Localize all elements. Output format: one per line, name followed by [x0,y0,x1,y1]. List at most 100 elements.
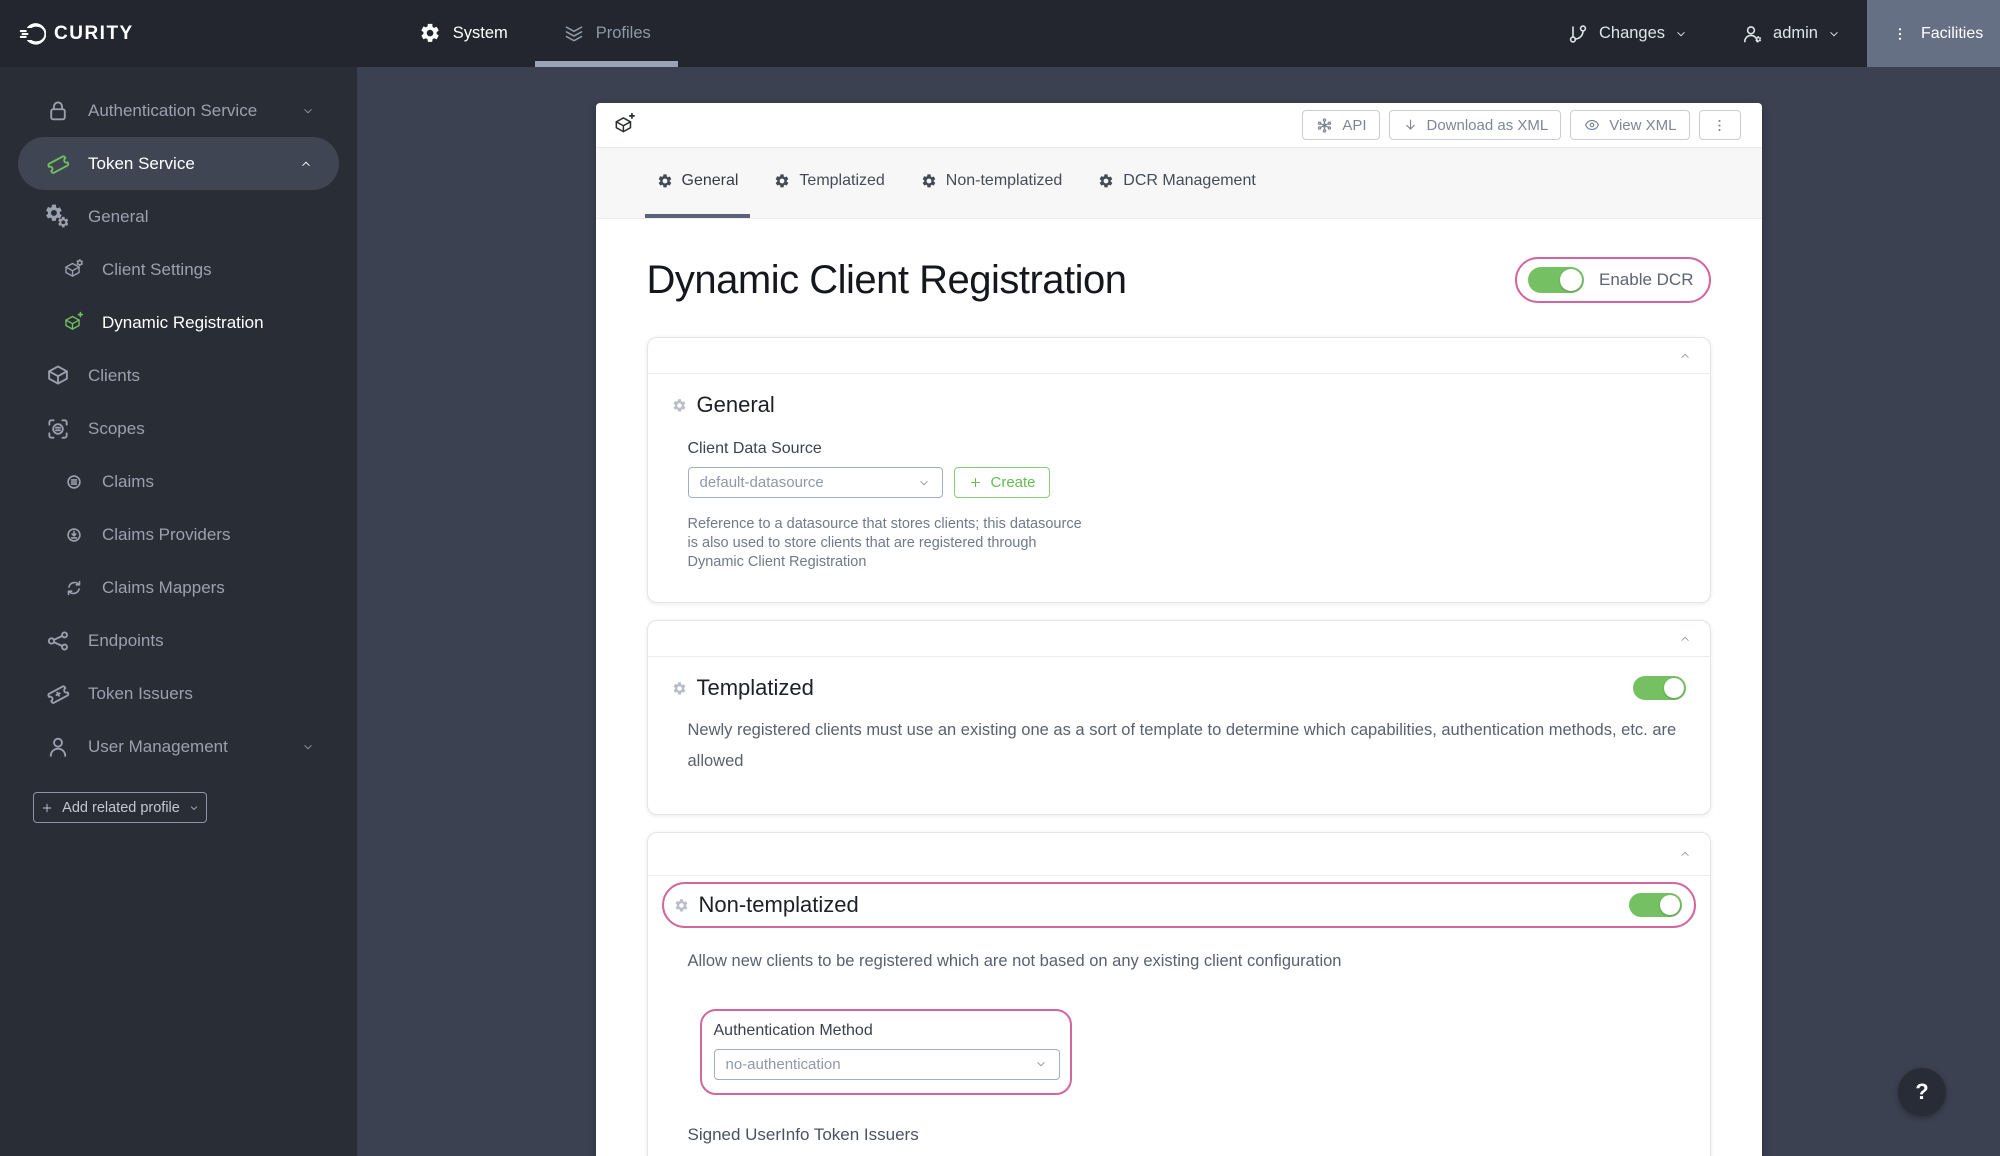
client-data-source-value: default-datasource [699,474,824,491]
download-xml-label: Download as XML [1426,116,1549,134]
collapse-chevron-icon[interactable] [1678,349,1692,363]
sidebar-item-label: Authentication Service [88,100,258,120]
help-button[interactable]: ? [1898,1068,1946,1116]
ticket-icon [44,150,72,178]
sidebar-item-token-service[interactable]: Token Service [18,137,339,190]
client-data-source-field: Client Data Source default-datasource Cr… [687,440,1686,498]
sidebar-item-label: Client Settings [102,259,212,279]
view-xml-label: View XML [1609,116,1677,134]
api-hub-icon [1315,116,1334,135]
claims-icon [62,470,86,494]
curity-logo[interactable]: CURITY [0,0,134,67]
sidebar-item-dynamic-registration[interactable]: Dynamic Registration [0,296,357,349]
sidebar-item-label: Claims Providers [102,524,231,544]
client-data-source-select[interactable]: default-datasource [687,467,943,498]
templatized-description: Newly registered clients must use an exi… [687,721,1677,770]
authentication-method-select[interactable]: no-authentication [713,1048,1060,1080]
chevron-down-icon [301,740,315,754]
topbar-right: Changes admin Facilities [1540,0,2000,67]
tab-non-templatized[interactable]: Non-templatized [909,148,1075,218]
kebab-icon [1711,117,1728,134]
tab-bar: General Templatized Non-templatized DCR … [595,148,1762,219]
gears-icon [44,203,72,231]
non-templatized-header-highlight: Non-templatized [661,882,1696,929]
title-row: Dynamic Client Registration Enable DCR [647,219,1711,337]
chevron-down-icon [1674,27,1688,41]
tab-templatized[interactable]: Templatized [762,148,896,218]
tab-label: General [681,172,739,189]
facilities-button[interactable]: Facilities [1867,0,2000,67]
sidebar-item-claims-mappers[interactable]: Claims Mappers [0,561,357,614]
enable-dcr-label: Enable DCR [1599,270,1694,289]
ticket-plus-icon [44,680,72,708]
section-collapse-strip [647,833,1710,877]
top-nav: System Profiles [392,0,678,67]
user-gear-icon [1740,22,1764,46]
user-menu[interactable]: admin [1714,0,1867,67]
section-templatized: Templatized Newly registered clients mus… [646,620,1711,816]
enable-dcr-toggle[interactable] [1528,267,1584,293]
lock-icon [44,97,72,125]
collapse-chevron-icon[interactable] [1678,632,1692,646]
facilities-label: Facilities [1921,24,1984,42]
non-templatized-toggle[interactable] [1628,893,1682,918]
gear-icon [774,173,790,189]
gear-icon [674,898,689,913]
card-header: API Download as XML View XML [595,103,1762,148]
box-plus-icon [612,112,638,138]
box-icon [44,362,72,390]
kebab-icon [1891,25,1909,43]
sidebar-item-label: General [88,206,149,226]
templatized-toggle[interactable] [1632,676,1686,701]
section-body: Allow new clients to be registered which… [648,928,1710,1156]
help-button-label: ? [1915,1079,1929,1104]
sidebar-item-token-issuers[interactable]: Token Issuers [0,667,357,720]
signed-userinfo-label: Signed UserInfo Token Issuers [687,1124,919,1144]
sidebar-item-claims[interactable]: Claims [0,455,357,508]
git-branch-icon [1566,22,1590,46]
api-button[interactable]: API [1302,110,1380,140]
gear-icon [672,681,687,696]
sidebar-item-general[interactable]: General [0,190,357,243]
gear-icon [1098,173,1114,189]
main-area: API Download as XML View XML General Tem… [357,67,2000,1156]
layers-icon [562,22,586,46]
share-icon [44,627,72,655]
sidebar-item-label: Token Service [88,153,195,173]
sidebar-item-endpoints[interactable]: Endpoints [0,614,357,667]
card-toolbar: API Download as XML View XML [1302,110,1741,140]
download-xml-button[interactable]: Download as XML [1388,110,1562,140]
collapse-chevron-icon[interactable] [1678,847,1692,861]
changes-menu[interactable]: Changes [1540,0,1714,67]
section-title: Non-templatized [698,892,859,918]
more-options-button[interactable] [1698,110,1741,140]
sidebar-item-claims-providers[interactable]: Claims Providers [0,508,357,561]
curity-logo-icon [18,20,46,48]
chevron-down-icon [917,476,931,490]
chevron-down-icon [188,802,200,814]
create-datasource-button[interactable]: Create [953,467,1050,498]
sidebar-item-label: Endpoints [88,630,164,650]
sidebar-item-user-management[interactable]: User Management [0,720,357,773]
sidebar-item-client-settings[interactable]: Client Settings [0,243,357,296]
gear-icon [657,173,673,189]
non-templatized-description: Allow new clients to be registered which… [687,952,1342,971]
nav-tab-system-label: System [452,24,508,42]
sidebar-item-authentication-service[interactable]: Authentication Service [0,84,357,137]
tab-dcr-management[interactable]: DCR Management [1086,148,1268,218]
add-related-profile-button[interactable]: Add related profile [33,792,207,823]
sidebar: Authentication Service Token Service Gen… [0,67,357,1156]
nav-tab-system[interactable]: System [392,0,535,67]
sidebar-item-scopes[interactable]: Scopes [0,402,357,455]
sidebar-item-label: Scopes [88,418,145,438]
view-xml-button[interactable]: View XML [1570,110,1690,140]
sidebar-item-clients[interactable]: Clients [0,349,357,402]
tab-label: DCR Management [1123,172,1256,189]
nav-tab-profiles[interactable]: Profiles [534,0,678,67]
chevron-down-icon [301,104,315,118]
person-icon [44,733,72,761]
tab-general[interactable]: General [644,148,751,218]
gear-icon [419,22,443,46]
top-bar: CURITY System Profiles Changes admin Fac… [0,0,2000,67]
eye-icon [1583,116,1601,134]
